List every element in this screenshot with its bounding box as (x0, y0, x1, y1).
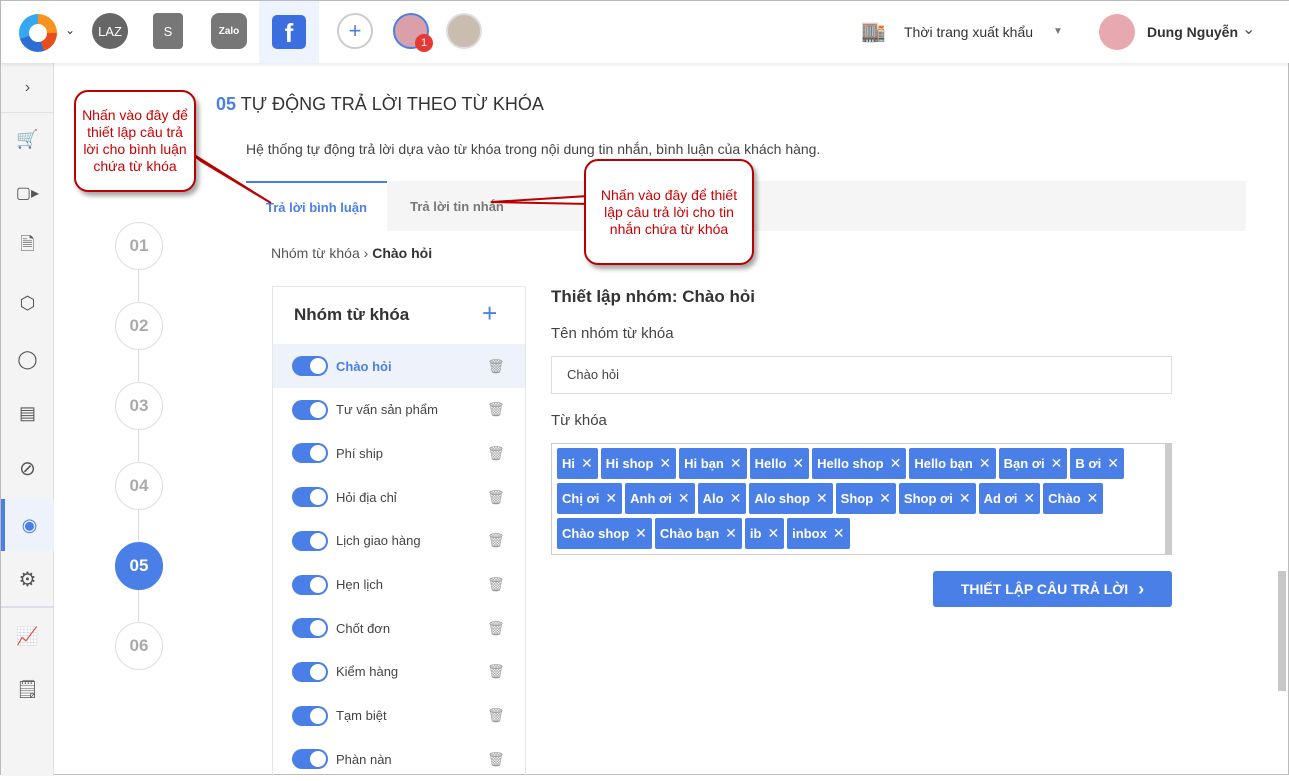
callout-message-reply: Nhấn vào đây để thiết lập câu trả lời ch… (584, 159, 754, 265)
callout-comment-reply: Nhấn vào đây để thiết lập câu trả lời ch… (74, 90, 196, 192)
